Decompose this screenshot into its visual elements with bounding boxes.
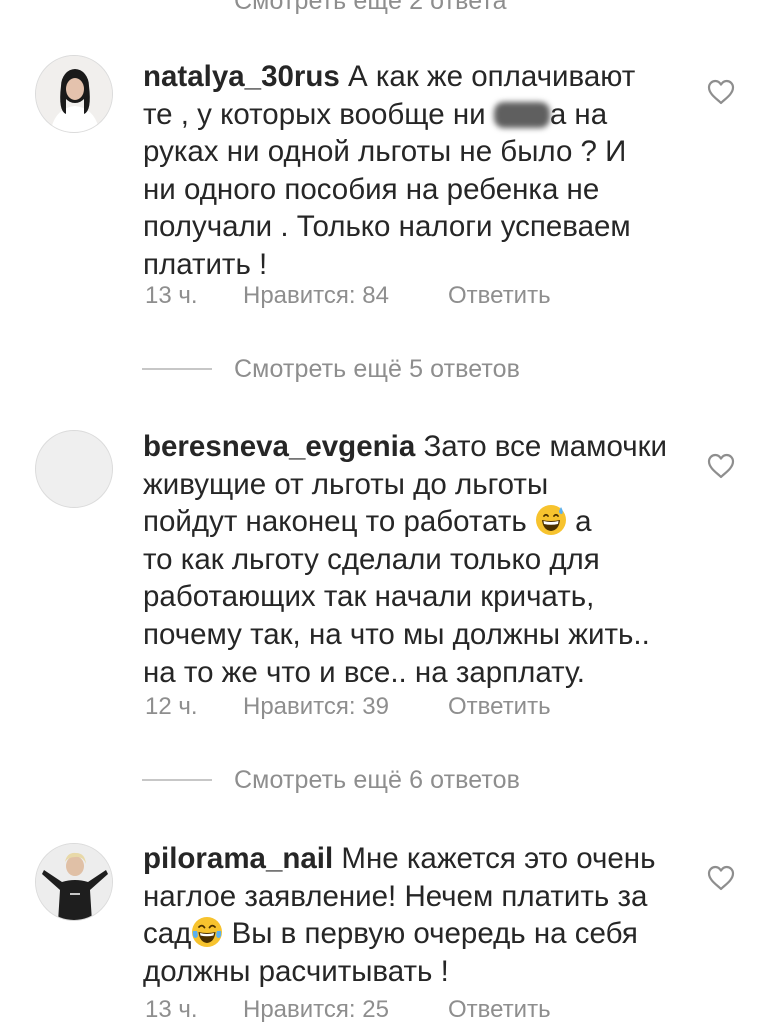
comment-line: платить !	[143, 247, 268, 281]
comment-line: natalya_30rus А как же оплачивают	[143, 58, 683, 96]
avatar[interactable]	[35, 55, 113, 133]
comment-time[interactable]: 12 ч.	[145, 693, 243, 721]
view-more-replies-partial[interactable]: Смотреть ещё 2 ответа	[142, 0, 507, 16]
comment-line: beresneva_evgenia Зато все мамочки	[143, 428, 683, 466]
comment-likes[interactable]: Нравится: 39	[243, 693, 448, 721]
divider-line	[142, 779, 212, 781]
comment-line: сад Вы в первую очередь на себя	[143, 915, 683, 953]
comment-time[interactable]: 13 ч.	[145, 996, 243, 1024]
grinning-sweat-emoji-icon	[535, 505, 566, 536]
view-more-label[interactable]: Смотреть ещё 5 ответов	[234, 355, 520, 384]
comment-meta: 13 ч. Нравится: 25 Ответить	[145, 996, 551, 1024]
comment-line: живущие от льготы до льготы	[143, 467, 549, 501]
comment-likes[interactable]: Нравится: 84	[243, 282, 448, 310]
heart-outline-icon[interactable]	[707, 79, 735, 105]
comment-text-segment: пойдут наконец то работать	[143, 505, 535, 539]
reply-button[interactable]: Ответить	[448, 996, 551, 1024]
comment-line: на то же что и все.. на зарплату.	[143, 655, 585, 689]
comment-text-segment: те , у которых вообще ни	[143, 97, 494, 131]
comment-text: natalya_30rus А как же оплачивают те , у…	[143, 58, 683, 284]
comment-line: наглое заявление! Нечем платить за	[143, 879, 648, 913]
comment-text-segment: Мне кажется это очень	[341, 842, 656, 875]
view-more-replies[interactable]: Смотреть ещё 6 ответов	[142, 765, 520, 795]
comment-line: ни одного пособия на ребенка не	[143, 172, 600, 206]
censored-word	[493, 101, 550, 128]
avatar[interactable]	[35, 430, 113, 508]
view-more-label[interactable]: Смотреть ещё 2 ответа	[234, 0, 507, 16]
comment-meta: 13 ч. Нравится: 84 Ответить	[145, 282, 551, 310]
comment-text: pilorama_nail Мне кажется это очень нагл…	[143, 840, 683, 990]
view-more-label[interactable]: Смотреть ещё 6 ответов	[234, 766, 520, 795]
view-more-replies[interactable]: Смотреть ещё 5 ответов	[142, 354, 520, 384]
comment-username[interactable]: natalya_30rus	[143, 60, 340, 93]
comment-line: pilorama_nail Мне кажется это очень	[143, 840, 683, 878]
divider-line	[142, 368, 212, 370]
comment-time[interactable]: 13 ч.	[145, 282, 243, 310]
comment-username[interactable]: beresneva_evgenia	[143, 430, 415, 463]
comment-line: должны расчитывать !	[143, 954, 449, 988]
comment-text-segment: Зато все мамочки	[423, 430, 667, 463]
avatar[interactable]	[35, 843, 113, 921]
comment-text: beresneva_evgenia Зато все мамочки живущ…	[143, 428, 683, 691]
comment-text-segment: Вы в первую очередь на себя	[223, 917, 638, 951]
comment-line: то как льготу сделали только для	[143, 542, 600, 576]
comment-line: руках ни одной льготы не было ? И	[143, 135, 627, 169]
comment-username[interactable]: pilorama_nail	[143, 842, 333, 875]
comment-text-segment: сад	[143, 917, 192, 951]
reply-button[interactable]: Ответить	[448, 693, 551, 721]
comment-line: получали . Только налоги успеваем	[143, 210, 631, 244]
comments-page: Смотреть ещё 2 ответа natalya_30rus А ка…	[0, 0, 781, 1024]
comment-line: пойдут наконец то работать а	[143, 503, 683, 541]
comment-text-segment: a на	[549, 97, 608, 131]
comment-likes[interactable]: Нравится: 25	[243, 996, 448, 1024]
reply-button[interactable]: Ответить	[448, 282, 551, 310]
tears-of-joy-emoji-icon	[192, 917, 223, 948]
comment-text-segment: А как же оплачивают	[348, 60, 636, 93]
comment-meta: 12 ч. Нравится: 39 Ответить	[145, 693, 551, 721]
comment-line: работающих так начали кричать,	[143, 580, 595, 614]
comment-line: почему так, на что мы должны жить..	[143, 617, 650, 651]
comment-line: те , у которых вообще ни a на	[143, 96, 683, 134]
comment-text-segment: а	[566, 505, 592, 539]
heart-outline-icon[interactable]	[707, 453, 735, 479]
heart-outline-icon[interactable]	[707, 865, 735, 891]
